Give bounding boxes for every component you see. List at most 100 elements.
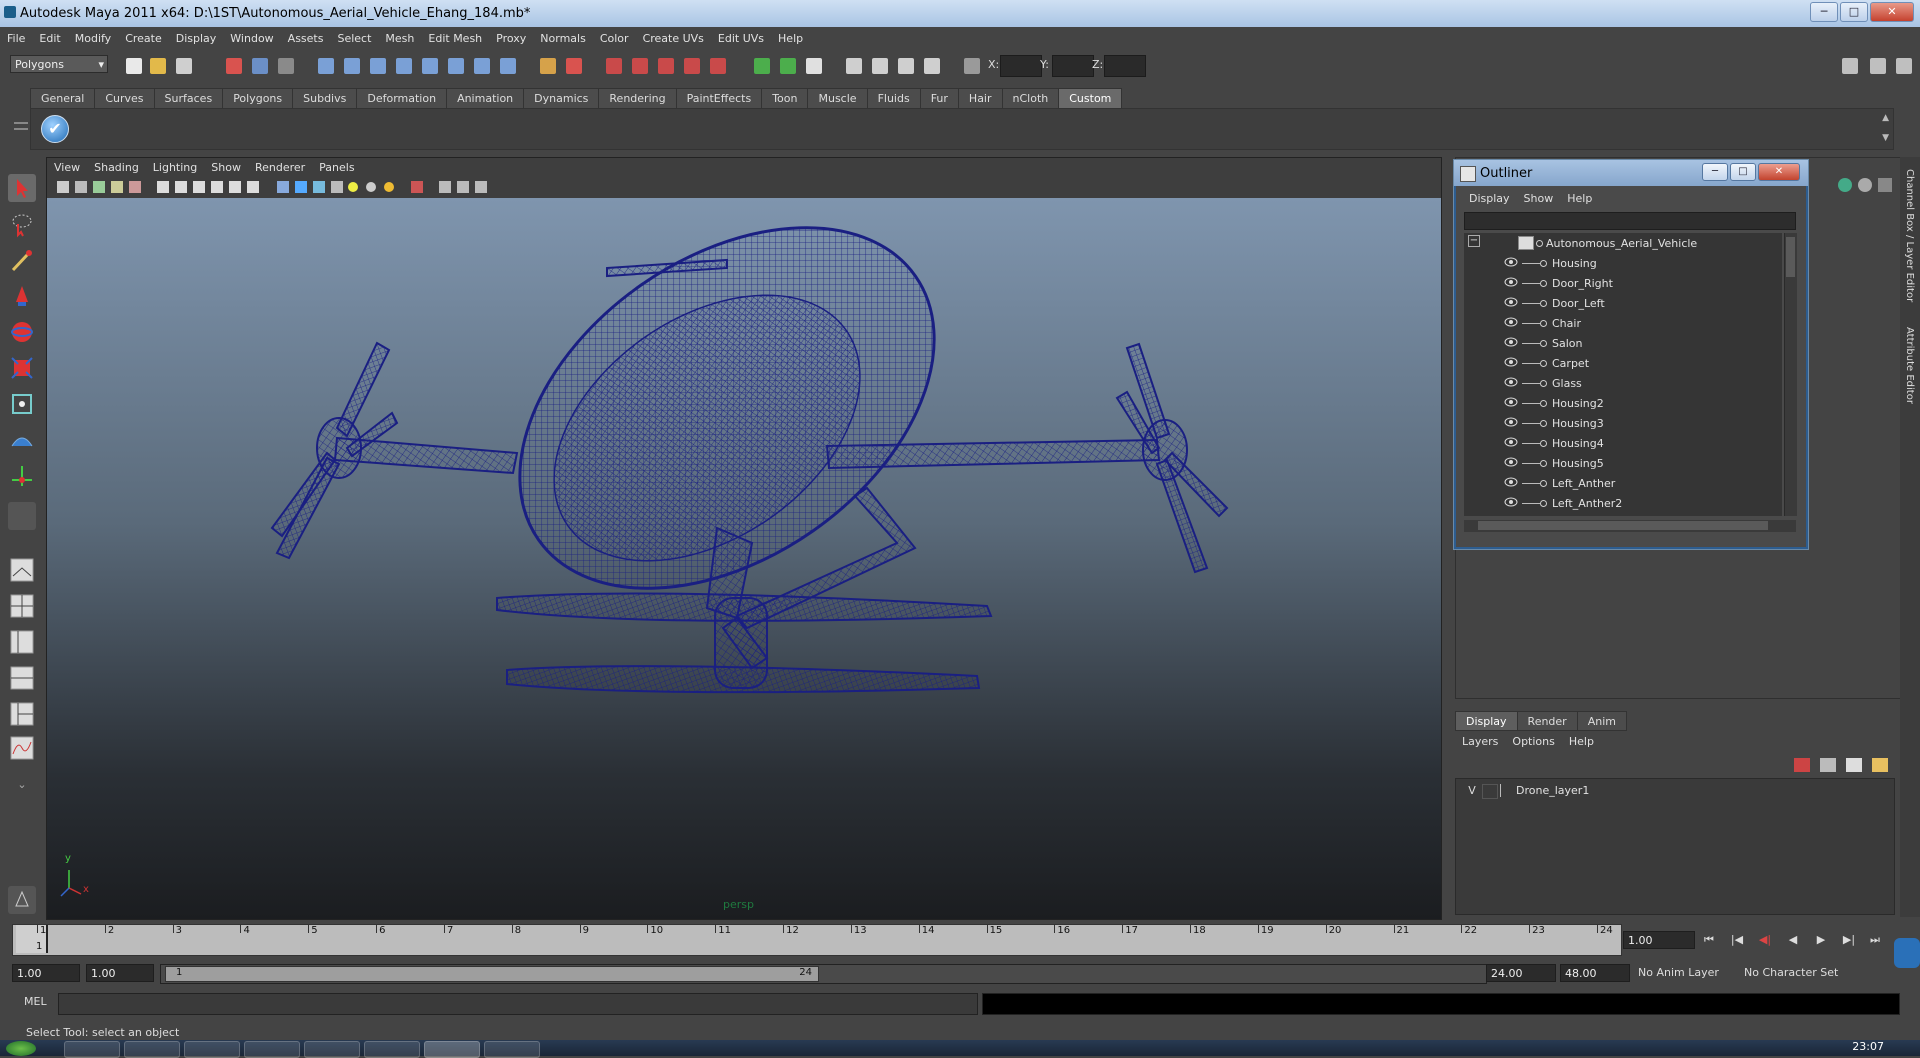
hud-icon[interactable]	[475, 181, 487, 193]
attribute-editor-toggle-icon[interactable]	[1842, 58, 1858, 74]
vp-menu-lighting[interactable]: Lighting	[146, 158, 204, 178]
outliner-item[interactable]: Housing2	[1464, 393, 1782, 413]
move-up-layer-icon[interactable]	[1846, 758, 1862, 772]
taskbar-chrome-icon[interactable]	[64, 1041, 120, 1058]
outliner-item[interactable]: Left_Anther2	[1464, 493, 1782, 513]
move-tool-icon[interactable]	[8, 282, 36, 310]
layer-icon[interactable]	[1858, 178, 1872, 192]
maximize-button[interactable]: □	[1840, 2, 1868, 22]
shelf-tab-subdivs[interactable]: Subdivs	[292, 88, 358, 108]
open-scene-icon[interactable]	[150, 58, 166, 74]
universal-manipulator-icon[interactable]	[8, 390, 36, 418]
xray-joints-icon[interactable]	[457, 181, 469, 193]
grid-icon[interactable]	[157, 181, 169, 193]
close-button[interactable]: ✕	[1870, 2, 1914, 22]
z-field[interactable]	[1104, 55, 1146, 77]
outliner-item[interactable]: Housing3	[1464, 413, 1782, 433]
hypershade-layout-icon[interactable]	[8, 700, 36, 728]
magnet-icon[interactable]	[658, 58, 674, 74]
shelf-scroll-down-icon[interactable]: ▼	[1882, 133, 1889, 143]
scroll-thumb[interactable]	[1478, 521, 1768, 530]
field-chart-icon[interactable]	[229, 181, 241, 193]
default-lighting-icon[interactable]	[348, 182, 358, 192]
paint-select-tool-icon[interactable]	[8, 246, 36, 274]
menu-file[interactable]: File	[0, 30, 32, 48]
hypershade-icon[interactable]	[846, 58, 862, 74]
vp-menu-shading[interactable]: Shading	[87, 158, 146, 178]
go-to-start-button[interactable]: ⏮	[1700, 932, 1718, 948]
menu-help[interactable]: Help	[771, 30, 810, 48]
channel-icon[interactable]	[1838, 178, 1852, 192]
outliner-horizontal-scrollbar[interactable]	[1464, 520, 1796, 532]
xray-icon[interactable]	[439, 181, 451, 193]
taskbar-app-icon[interactable]	[124, 1041, 180, 1058]
shelf-tab-general[interactable]: General	[30, 88, 96, 108]
menu-normals[interactable]: Normals	[533, 30, 593, 48]
anim-layer-dropdown[interactable]: No Anim Layer	[1638, 964, 1719, 982]
vp-menu-renderer[interactable]: Renderer	[248, 158, 312, 178]
outliner-menu-display[interactable]: Display	[1462, 190, 1517, 208]
playback-start-field[interactable]: 1.00	[86, 964, 154, 982]
shelf-tab-toon[interactable]: Toon	[761, 88, 809, 108]
play-forwards-button[interactable]: ▶	[1812, 932, 1830, 948]
outliner-item[interactable]: Housing	[1464, 253, 1782, 273]
single-pane-layout-icon[interactable]	[8, 556, 36, 584]
channel-box-side-tab[interactable]: Channel Box / Layer Editor	[1904, 169, 1915, 302]
time-slider[interactable]: 1 1 2 3 4 5 6 7 8 9 10 11 12 13 14 15 16 17 18 19 20 21 22 23 2…	[12, 924, 1622, 956]
outliner-item[interactable]: Salon	[1464, 333, 1782, 353]
four-pane-layout-icon[interactable]	[8, 592, 36, 620]
menu-edit-mesh[interactable]: Edit Mesh	[421, 30, 489, 48]
render-settings-icon[interactable]	[806, 58, 822, 74]
shelf-tab-deformation[interactable]: Deformation	[356, 88, 448, 108]
character-set-dropdown[interactable]: No Character Set	[1744, 964, 1838, 982]
x-field[interactable]	[1000, 55, 1042, 77]
outliner-minimize-button[interactable]: ─	[1702, 163, 1728, 181]
menu-modify[interactable]: Modify	[68, 30, 118, 48]
menu-mesh[interactable]: Mesh	[378, 30, 421, 48]
textured-icon[interactable]	[331, 181, 343, 193]
scroll-thumb[interactable]	[1786, 237, 1795, 277]
menu-proxy[interactable]: Proxy	[489, 30, 533, 48]
safe-action-icon[interactable]	[247, 181, 259, 193]
outliner-item[interactable]: Door_Right	[1464, 273, 1782, 293]
taskbar-excel-icon[interactable]	[364, 1041, 420, 1058]
menu-edit-uvs[interactable]: Edit UVs	[711, 30, 771, 48]
outliner-menu-show[interactable]: Show	[1517, 190, 1561, 208]
menu-create[interactable]: Create	[118, 30, 169, 48]
vp-menu-show[interactable]: Show	[204, 158, 248, 178]
shelf-menu-icon[interactable]	[14, 116, 28, 146]
construction-history-icon[interactable]	[566, 58, 582, 74]
layer-color-swatch[interactable]	[1500, 784, 1513, 797]
collapse-toggle-icon[interactable]: −	[1468, 235, 1480, 247]
new-scene-icon[interactable]	[126, 58, 142, 74]
wireframe-icon[interactable]	[277, 181, 289, 193]
vp-menu-view[interactable]: View	[47, 158, 87, 178]
animation-end-field[interactable]: 48.00	[1560, 964, 1630, 982]
shelf-scroll-up-icon[interactable]: ▲	[1882, 113, 1889, 123]
menu-display[interactable]: Display	[169, 30, 224, 48]
vp-menu-panels[interactable]: Panels	[312, 158, 361, 178]
select-component-icon[interactable]	[278, 58, 294, 74]
last-tool-icon[interactable]	[8, 502, 36, 530]
wireframe-on-shaded-icon[interactable]	[313, 181, 325, 193]
camera-bookmark-icon[interactable]	[75, 181, 87, 193]
graph-editor-icon[interactable]	[898, 58, 914, 74]
layer-menu-help[interactable]: Help	[1562, 733, 1601, 751]
outliner-item[interactable]: Left_Anther	[1464, 473, 1782, 493]
layer-row[interactable]: V Drone_layer1	[1460, 783, 1890, 799]
play-backwards-button[interactable]: ◀	[1784, 932, 1802, 948]
select-tool-icon[interactable]	[8, 174, 36, 202]
history-help-icon[interactable]	[500, 58, 516, 74]
taskbar-misc-icon[interactable]	[484, 1041, 540, 1058]
menu-window[interactable]: Window	[223, 30, 280, 48]
outliner-item[interactable]: Glass	[1464, 373, 1782, 393]
shelf-tab-rendering[interactable]: Rendering	[598, 88, 677, 108]
magnet-pin-icon[interactable]	[684, 58, 700, 74]
snap-live-icon[interactable]	[422, 58, 438, 74]
attribute-editor-side-tab[interactable]: Attribute Editor	[1904, 327, 1915, 404]
taskbar-maya-icon[interactable]	[424, 1041, 480, 1058]
render-frame-icon[interactable]	[754, 58, 770, 74]
checkmark-icon[interactable]: ✔	[41, 115, 69, 143]
gate-mask-icon[interactable]	[211, 181, 223, 193]
transform-field-icon[interactable]	[964, 58, 980, 74]
